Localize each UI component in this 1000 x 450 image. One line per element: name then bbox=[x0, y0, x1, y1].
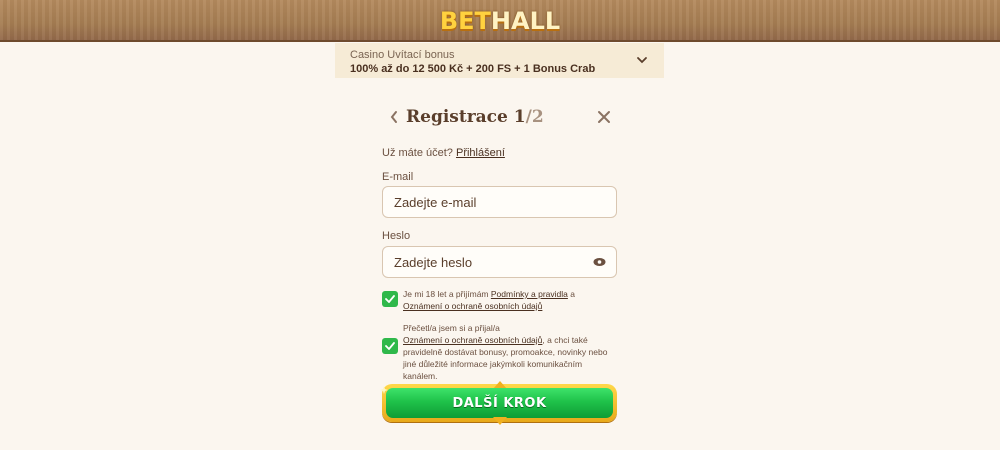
terms-consent-text: Je mi 18 let a přijímám Podmínky a pravi… bbox=[403, 288, 623, 312]
checkmark-icon bbox=[385, 295, 395, 303]
email-field[interactable] bbox=[383, 187, 616, 217]
consent1-pre: Je mi 18 let a přijímám bbox=[403, 289, 491, 299]
password-label: Heslo bbox=[382, 230, 411, 242]
top-header: BETHALL bbox=[0, 0, 1000, 42]
checkmark-icon bbox=[385, 342, 395, 350]
chevron-left-icon[interactable] bbox=[389, 110, 399, 124]
password-field-box bbox=[382, 246, 617, 278]
title-step: /2 bbox=[525, 107, 544, 127]
marketing-consent-text: Přečetl/a jsem si a přijal/a Oznámení o … bbox=[403, 322, 618, 382]
email-label: E-mail bbox=[382, 171, 414, 183]
password-field[interactable] bbox=[383, 247, 616, 277]
gem-bottom-icon bbox=[493, 417, 507, 425]
title-text: Registrace 1 bbox=[406, 107, 526, 127]
have-account-text: Už máte účet? bbox=[382, 147, 453, 159]
privacy-link[interactable]: Oznámení o ochraně osobních údajů bbox=[403, 301, 542, 311]
logo-hall: HALL bbox=[490, 7, 561, 35]
consent1-mid: a bbox=[567, 289, 575, 299]
logo-bet: BET bbox=[439, 7, 491, 35]
welcome-bonus-banner[interactable]: Casino Uvítací bonus 100% až do 12 500 K… bbox=[335, 43, 664, 78]
bonus-title: Casino Uvítací bonus bbox=[350, 49, 455, 61]
chevron-down-icon[interactable] bbox=[636, 54, 648, 66]
sparkle-icon bbox=[380, 386, 388, 394]
bethall-logo[interactable]: BETHALL bbox=[0, 6, 1000, 36]
login-link[interactable]: Přihlášení bbox=[456, 147, 505, 159]
privacy-link-2[interactable]: Oznámení o ochraně osobních údajů bbox=[403, 335, 542, 345]
next-step-button[interactable]: DALŠÍ KROK bbox=[386, 388, 613, 418]
next-step-frame: DALŠÍ KROK bbox=[380, 381, 617, 425]
terms-checkbox[interactable] bbox=[382, 291, 398, 307]
close-icon[interactable] bbox=[597, 110, 611, 124]
eye-icon[interactable] bbox=[593, 257, 606, 267]
marketing-checkbox[interactable] bbox=[382, 338, 398, 354]
terms-link[interactable]: Podmínky a pravidla bbox=[491, 289, 568, 299]
have-account-line: Už máte účet? Přihlášení bbox=[382, 147, 505, 159]
bonus-text: 100% až do 12 500 Kč + 200 FS + 1 Bonus … bbox=[350, 63, 596, 75]
email-field-box bbox=[382, 186, 617, 218]
page-title: Registrace 1/2 bbox=[406, 107, 544, 127]
consent2-pre: Přečetl/a jsem si a přijal/a bbox=[403, 323, 500, 333]
